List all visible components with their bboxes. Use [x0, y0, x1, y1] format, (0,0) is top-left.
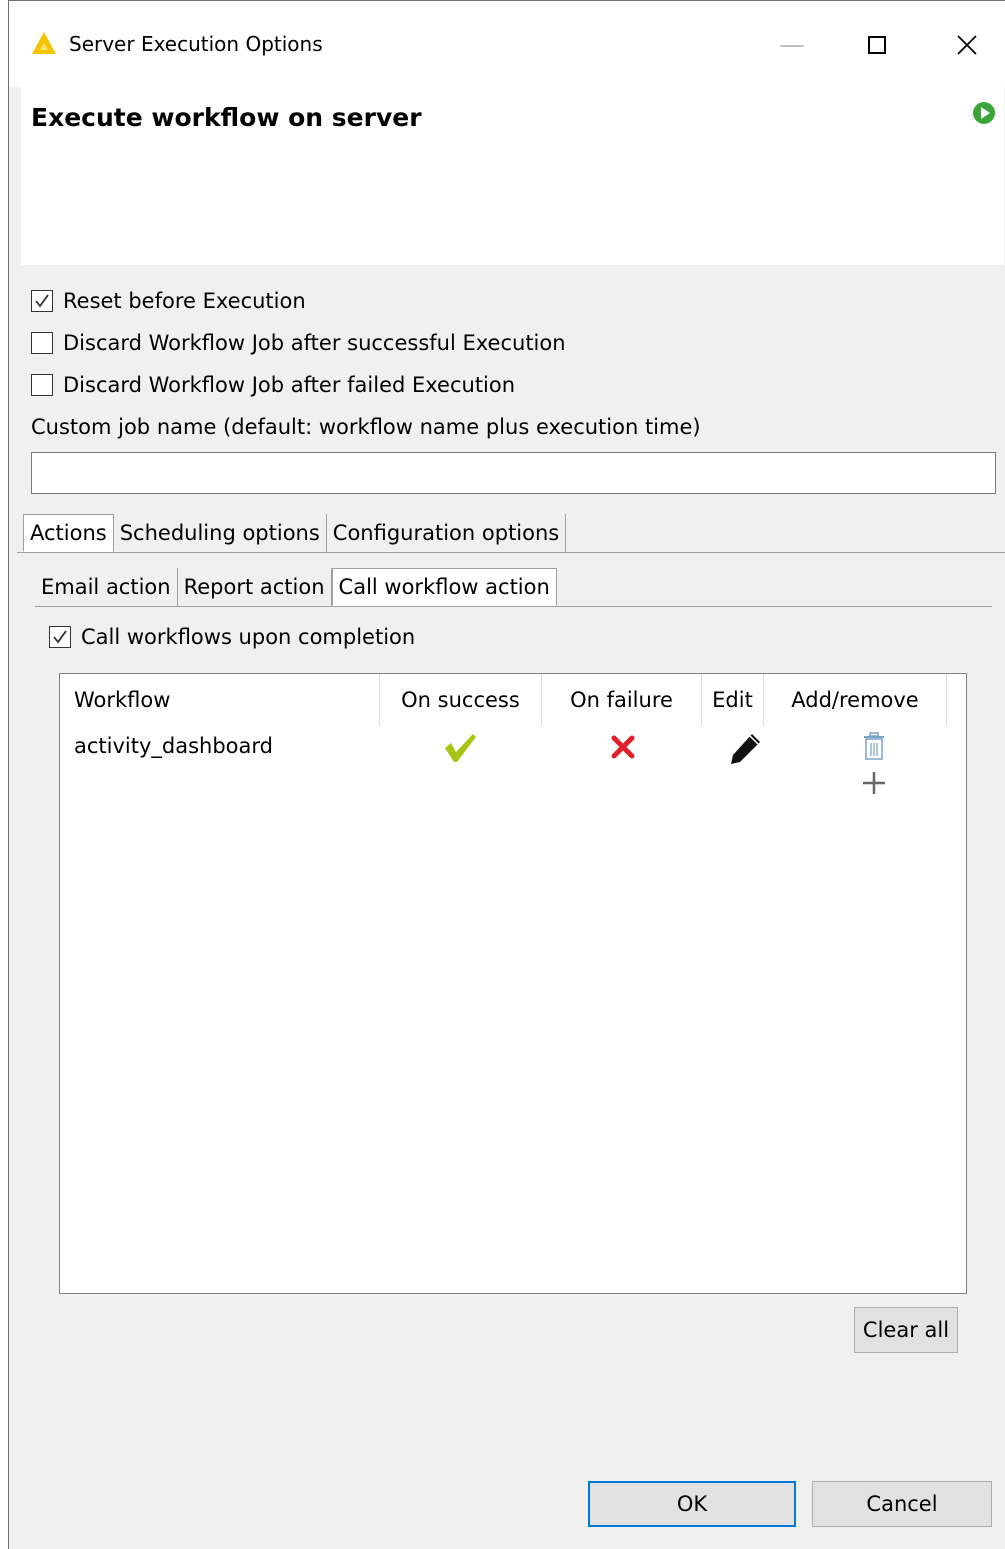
close-icon [957, 35, 977, 55]
tab-configuration-options[interactable]: Configuration options [327, 514, 567, 552]
reset-before-execution-checkbox[interactable] [31, 290, 53, 312]
column-header-add-remove[interactable]: Add/remove [764, 674, 947, 726]
job-name-input[interactable] [31, 452, 996, 494]
ok-button[interactable]: OK [588, 1481, 796, 1527]
tab-report-action[interactable]: Report action [178, 568, 332, 606]
trash-icon[interactable] [861, 732, 887, 762]
tab-email-action[interactable]: Email action [35, 568, 178, 606]
workflow-table[interactable]: Workflow On success On failure Edit Add/… [59, 673, 967, 1294]
main-tabs: Actions Scheduling options Configuration… [23, 514, 567, 554]
table-row[interactable]: activity_dashboard [60, 730, 965, 802]
tab-call-workflow-action[interactable]: Call workflow action [331, 568, 557, 606]
reset-before-execution-option[interactable]: Reset before Execution [31, 287, 306, 315]
call-workflows-checkbox[interactable] [49, 626, 71, 648]
action-tabs: Email action Report action Call workflow… [35, 568, 557, 608]
discard-on-success-option[interactable]: Discard Workflow Job after successful Ex… [31, 329, 566, 357]
discard-on-success-checkbox[interactable] [31, 332, 53, 354]
maximize-button[interactable] [849, 23, 905, 67]
pencil-icon[interactable] [728, 732, 762, 766]
dialog-window: Server Execution Options — Execute workf… [8, 0, 1005, 1549]
job-name-label: Custom job name (default: workflow name … [31, 415, 701, 439]
column-header-on-failure[interactable]: On failure [542, 674, 702, 726]
close-button[interactable] [939, 23, 995, 67]
plus-icon[interactable] [861, 770, 887, 796]
column-header-edit[interactable]: Edit [702, 674, 764, 726]
discard-on-failure-checkbox[interactable] [31, 374, 53, 396]
tab-scheduling-options[interactable]: Scheduling options [114, 514, 327, 552]
clear-all-button[interactable]: Clear all [854, 1307, 958, 1353]
minimize-icon: — [779, 30, 805, 60]
banner-title: Execute workflow on server [31, 103, 422, 132]
knime-logo-icon [32, 32, 56, 54]
column-header-workflow[interactable]: Workflow [60, 674, 380, 726]
cross-icon[interactable] [611, 735, 635, 759]
call-workflows-option[interactable]: Call workflows upon completion [49, 623, 415, 651]
discard-on-success-label: Discard Workflow Job after successful Ex… [63, 331, 566, 355]
call-workflows-label: Call workflows upon completion [81, 625, 416, 649]
minimize-button[interactable]: — [764, 23, 820, 67]
check-icon[interactable] [443, 732, 477, 764]
column-header-on-success[interactable]: On success [380, 674, 542, 726]
discard-on-failure-label: Discard Workflow Job after failed Execut… [63, 373, 516, 397]
tab-actions[interactable]: Actions [23, 514, 114, 552]
header-banner: Execute workflow on server [21, 87, 1004, 265]
workflow-name-cell: activity_dashboard [74, 734, 273, 758]
table-header: Workflow On success On failure Edit Add/… [60, 674, 965, 726]
title-bar[interactable]: Server Execution Options — [9, 1, 1005, 87]
execute-icon [973, 102, 995, 124]
cancel-button[interactable]: Cancel [812, 1481, 992, 1527]
reset-before-execution-label: Reset before Execution [63, 289, 306, 313]
window-title: Server Execution Options [69, 32, 323, 56]
discard-on-failure-option[interactable]: Discard Workflow Job after failed Execut… [31, 371, 515, 399]
maximize-icon [868, 36, 886, 54]
